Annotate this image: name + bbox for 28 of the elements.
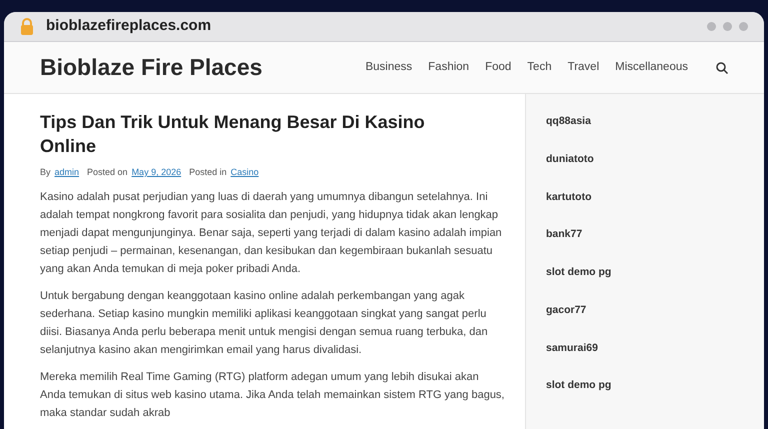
- sidebar-link[interactable]: duniatoto: [546, 152, 764, 168]
- meta-link[interactable]: Casino: [230, 166, 259, 180]
- sidebar-link[interactable]: slot demo pg: [546, 378, 764, 394]
- search-icon[interactable]: [716, 62, 728, 74]
- nav-link[interactable]: Food: [485, 58, 512, 76]
- meta-link[interactable]: admin: [54, 166, 80, 180]
- sidebar-link[interactable]: samurai69: [546, 340, 764, 356]
- nav-link[interactable]: Miscellaneous: [615, 58, 688, 76]
- nav-link[interactable]: Fashion: [428, 58, 470, 76]
- sidebar-link[interactable]: qq88asia: [546, 114, 764, 130]
- sidebar-link[interactable]: bank77: [546, 227, 764, 243]
- url-text[interactable]: bioblazefireplaces.com: [46, 15, 212, 38]
- sidebar-link[interactable]: kartutoto: [546, 190, 764, 206]
- site-title[interactable]: Bioblaze Fire Places: [40, 50, 262, 85]
- article-paragraph: Kasino adalah pusat perjudian yang luas di daerah yang umumnya dibangun setelahnya. Ini adalah tempat nongkrong favorit para sosialita dan penjudi, yang hidupnya tidak akan lengkap menjadi dapat mengunjunginya. Benar saja, seperti yang terjadi di dalam kasino adalah impian setiap penjudi – permainan, kesenangan, dan kesibukan dan kegembiraan bukanlah sesuatu yang akan Anda temukan di meja poker pribadi Anda.: [40, 190, 503, 276]
- meta-label: By: [40, 166, 51, 179]
- nav-link[interactable]: Business: [365, 58, 412, 76]
- article-paragraph: Mereka memilih Real Time Gaming (RTG) platform adegan umum yang lebih disukai akan Anda temukan di situs web kasino utama. Jika Anda telah memainkan sistem RTG yang bagus, maka standar sudah akrab: [40, 370, 505, 420]
- lock-icon: [20, 18, 34, 35]
- meta-label: Posted in: [189, 166, 227, 179]
- sidebar-link[interactable]: gacor77: [546, 302, 764, 318]
- nav-link[interactable]: Travel: [568, 58, 600, 76]
- article-paragraph: Untuk bergabung dengan keanggotaan kasino online adalah perkembangan yang agak sederhana. Setiap kasino mungkin memiliki aplikasi keanggotaan singkat yang sangat perlu diisi. Biasanya Anda perlu beberapa menit untuk mengisi dengan semua ruang terbuka, dan selanjutnya kasino akan mengirimkan email yang harus divalidasi.: [40, 288, 489, 358]
- meta-label: Posted on: [87, 166, 128, 179]
- sidebar-link[interactable]: slot demo pg: [546, 265, 764, 281]
- nav-link[interactable]: Tech: [527, 58, 552, 76]
- meta-link[interactable]: May 9, 2026: [132, 166, 182, 180]
- post-title: Tips Dan Trik Untuk Menang Besar Di Kasino Online: [40, 111, 426, 158]
